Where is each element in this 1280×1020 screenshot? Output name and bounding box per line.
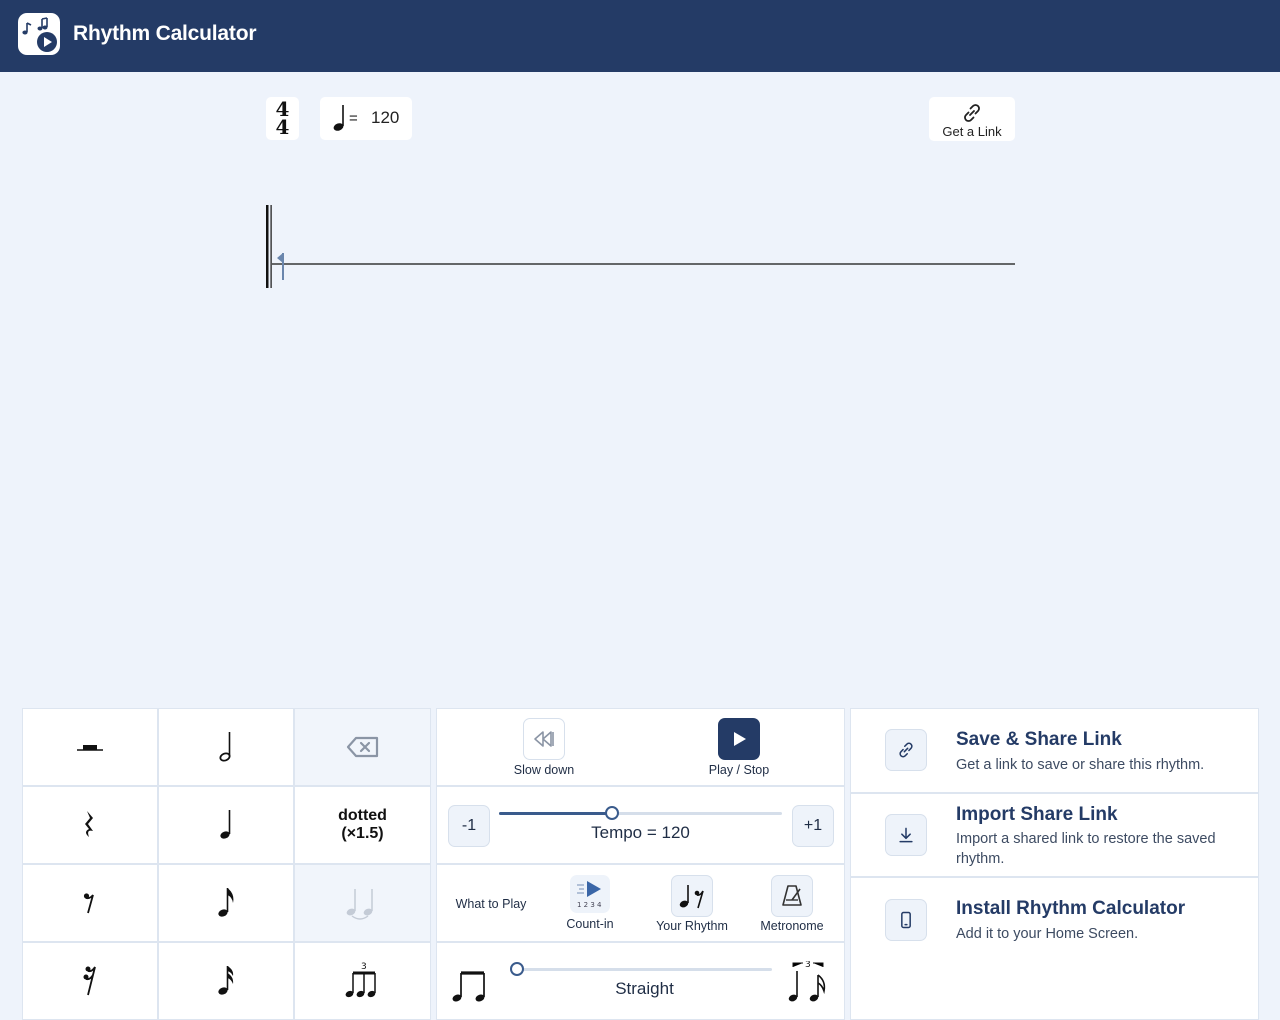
- quarter-note-icon: [333, 105, 344, 131]
- tempo-minus-button[interactable]: -1: [448, 805, 490, 847]
- whole-rest-button[interactable]: [22, 708, 158, 786]
- what-to-play-row: What to Play 1 2 3 4 Count-in Your Rhyth…: [436, 864, 845, 942]
- import-share-card[interactable]: Import Share Link Import a shared link t…: [850, 793, 1259, 877]
- save-share-title: Save & Share Link: [956, 729, 1122, 750]
- tempo-minus-label: -1: [461, 817, 477, 834]
- count-in-icon: 1 2 3 4: [577, 881, 602, 909]
- save-share-description: Get a link to save or share this rhythm.: [956, 757, 1205, 773]
- dotted-multiplier: (×1.5): [341, 825, 384, 842]
- link-icon: [885, 729, 927, 771]
- count-in-digits: 1 2 3 4: [577, 901, 602, 909]
- quarter-note-button[interactable]: [158, 786, 294, 864]
- play-icon: [734, 732, 746, 746]
- import-share-description: Import a shared link to restore the save…: [956, 831, 1216, 867]
- swing-row: Straight 3: [436, 942, 845, 1020]
- rhythm-notes-icon: [679, 885, 704, 909]
- note-palette: dotted (×1.5) 3: [22, 708, 431, 1020]
- your-rhythm-label: Your Rhythm: [656, 919, 728, 933]
- metronome-toggle[interactable]: [771, 875, 813, 917]
- eighth-note-icon: [218, 888, 234, 917]
- phone-icon: [885, 899, 927, 941]
- get-link-button[interactable]: Get a Link: [929, 97, 1015, 141]
- dotted-button[interactable]: dotted (×1.5): [294, 786, 431, 864]
- your-rhythm-toggle[interactable]: [671, 875, 713, 917]
- link-icon: [964, 104, 980, 122]
- delete-button[interactable]: [294, 708, 431, 786]
- tempo-slider-fill: [499, 812, 613, 815]
- import-share-title: Import Share Link: [956, 804, 1118, 825]
- play-stop-label: Play / Stop: [708, 763, 770, 777]
- backspace-icon: [346, 736, 378, 758]
- tempo-plus-label: +1: [803, 817, 823, 834]
- swing-slider-thumb[interactable]: [510, 962, 524, 976]
- sixteenth-note-button[interactable]: [158, 942, 294, 1020]
- time-signature-bottom: 4: [275, 115, 290, 139]
- app-logo-icon: [18, 13, 60, 55]
- eighth-note-button[interactable]: [158, 864, 294, 942]
- cursor-icon: [277, 253, 284, 280]
- tie-button[interactable]: [294, 864, 431, 942]
- sixteenth-note-icon: [218, 966, 234, 995]
- sixteenth-rest-button[interactable]: [22, 942, 158, 1020]
- straight-eighths-icon: [452, 971, 485, 1002]
- rewind-icon: [534, 731, 554, 747]
- count-in-toggle[interactable]: 1 2 3 4: [570, 875, 610, 913]
- sixteenth-rest-icon: [83, 966, 96, 996]
- rhythm-staff[interactable]: [262, 200, 1022, 295]
- half-note-icon: [219, 732, 231, 762]
- barline-thick: [266, 205, 269, 288]
- triplet-number: 3: [361, 962, 367, 972]
- download-icon: [885, 814, 927, 856]
- get-link-label: Get a Link: [942, 124, 1002, 139]
- count-in-label: Count-in: [566, 917, 614, 931]
- save-share-card[interactable]: Save & Share Link Get a link to save or …: [850, 708, 1259, 793]
- barline-thin: [270, 205, 272, 288]
- play-stop-button[interactable]: [718, 718, 760, 760]
- eighth-rest-icon: [83, 893, 94, 914]
- swing-slider-track[interactable]: [517, 968, 772, 971]
- triplet-button[interactable]: 3: [294, 942, 431, 1020]
- dotted-label: dotted: [338, 807, 387, 824]
- slow-down-label: Slow down: [513, 763, 575, 777]
- time-signature[interactable]: 4 4: [266, 97, 299, 140]
- app-title: Rhythm Calculator: [73, 22, 257, 45]
- tempo-marking[interactable]: = 120: [320, 97, 412, 140]
- what-to-play-label: What to Play: [455, 897, 527, 911]
- metronome-label: Metronome: [760, 919, 824, 933]
- install-title: Install Rhythm Calculator: [956, 898, 1186, 919]
- tempo-slider-thumb[interactable]: [605, 806, 620, 820]
- triplet-icon: 3: [345, 962, 376, 998]
- swing-triplet-number: 3: [805, 961, 811, 970]
- whole-rest-icon: [77, 745, 103, 751]
- transport-row: Slow down Play / Stop: [436, 708, 845, 786]
- half-note-button[interactable]: [158, 708, 294, 786]
- tempo-label: Tempo = 120: [591, 823, 690, 842]
- quarter-note-icon: [220, 810, 231, 839]
- app-header: Rhythm Calculator: [0, 0, 1280, 72]
- swing-label: Straight: [615, 979, 674, 998]
- eighth-rest-button[interactable]: [22, 864, 158, 942]
- tempo-equals: =: [349, 110, 358, 127]
- quarter-rest-button[interactable]: [22, 786, 158, 864]
- tie-icon: [346, 889, 373, 920]
- install-description: Add it to your Home Screen.: [956, 926, 1139, 942]
- quarter-rest-icon: [85, 811, 93, 837]
- swing-triplet-icon: 3: [788, 961, 826, 1002]
- slow-down-button[interactable]: [523, 718, 565, 760]
- tempo-row: -1 Tempo = 120 +1: [436, 786, 845, 864]
- metronome-icon: [782, 885, 802, 906]
- tempo-plus-button[interactable]: +1: [792, 805, 834, 847]
- install-app-card[interactable]: Install Rhythm Calculator Add it to your…: [850, 877, 1259, 1020]
- tempo-value: 120: [371, 108, 400, 127]
